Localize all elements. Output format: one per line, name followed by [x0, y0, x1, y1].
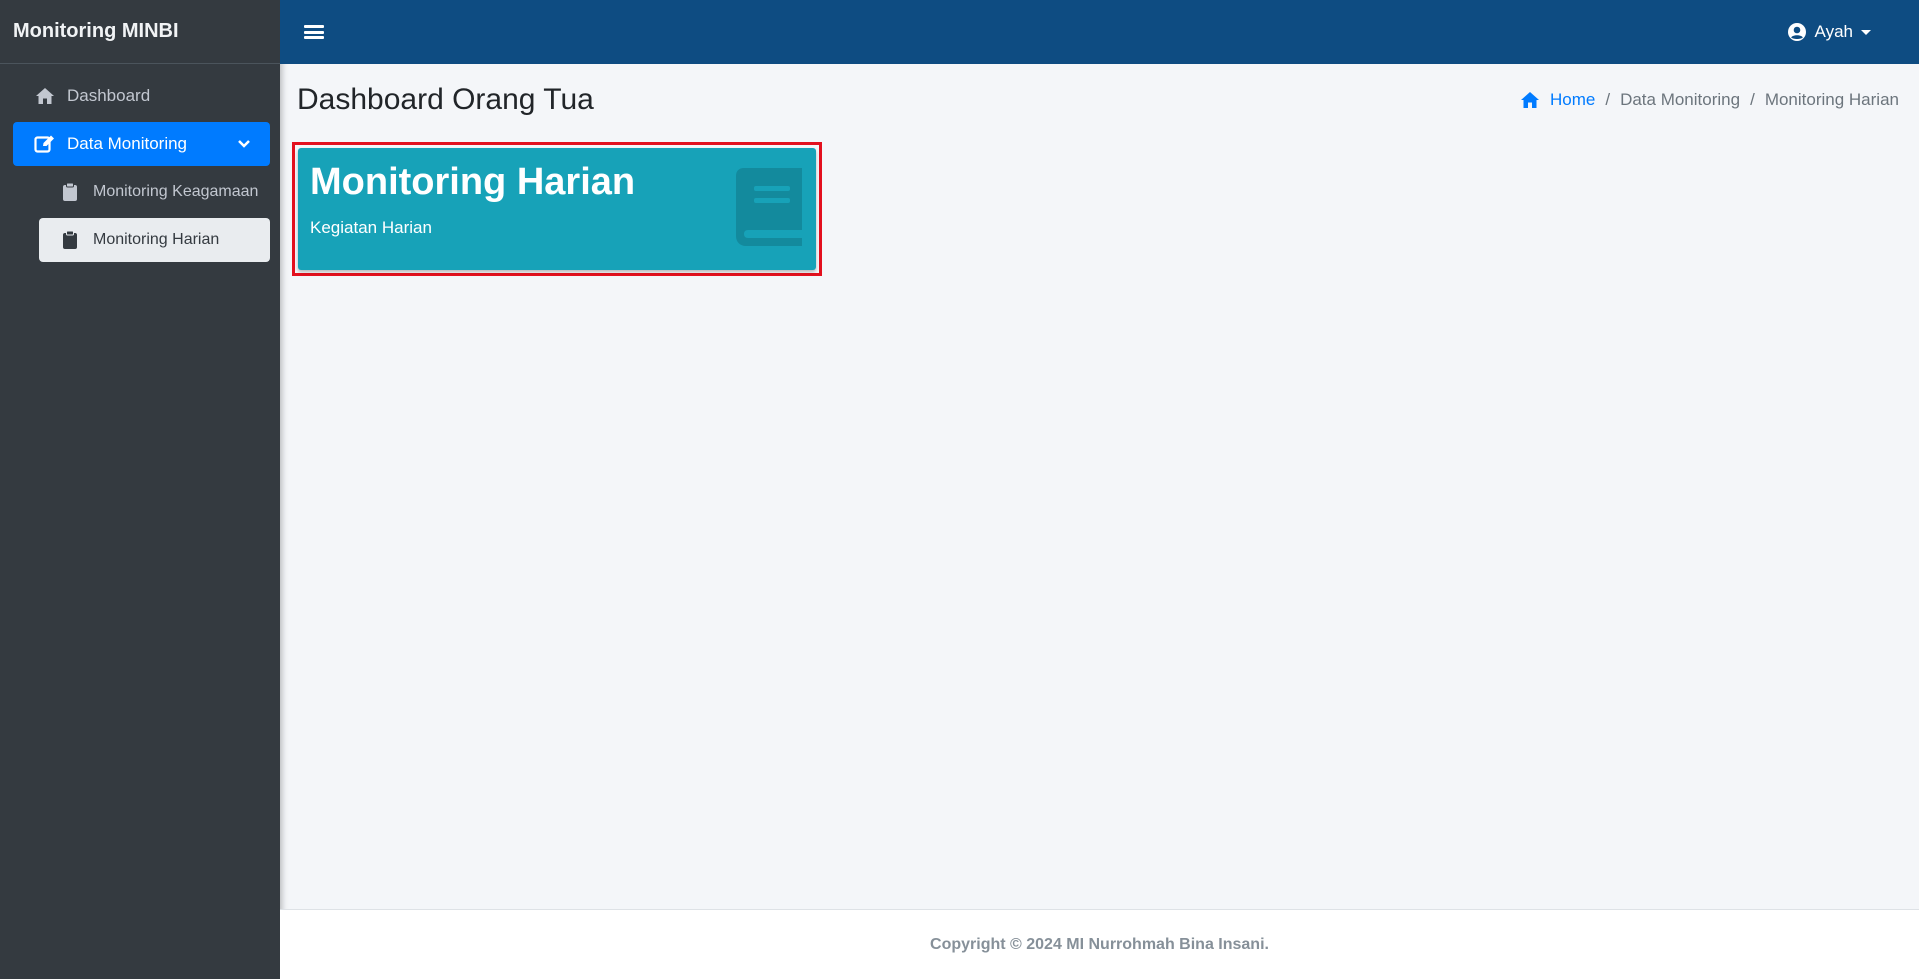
footer: Copyright © 2024 MI Nurrohmah Bina Insan… — [280, 909, 1919, 979]
menu-toggle-button[interactable] — [304, 23, 324, 41]
hamburger-icon — [304, 36, 324, 39]
sidebar-item-label: Data Monitoring — [67, 134, 188, 153]
sidebar-item-data-monitoring[interactable]: Data Monitoring — [13, 122, 270, 166]
breadcrumb-home-label: Home — [1549, 90, 1596, 109]
caret-down-icon — [1861, 29, 1871, 35]
info-box-monitoring-harian[interactable]: Monitoring Harian Kegiatan Harian — [298, 148, 816, 270]
breadcrumb-current: Monitoring Harian — [1764, 90, 1899, 109]
breadcrumb-data-monitoring[interactable]: Data Monitoring — [1620, 90, 1740, 110]
breadcrumb: Home / Data Monitoring / Monitoring Hari… — [1520, 90, 1899, 110]
content-header: Dashboard Orang Tua Home / Data Monitori… — [280, 64, 1919, 136]
sidebar-item-label: Monitoring Harian — [93, 231, 220, 248]
user-circle-icon — [1787, 22, 1807, 42]
info-box-subtitle: Kegiatan Harian — [310, 217, 432, 237]
sidebar: Monitoring MINBI Dashboard Data Monitori… — [0, 0, 280, 979]
hamburger-icon — [304, 25, 324, 28]
info-box-highlight: Monitoring Harian Kegiatan Harian — [292, 142, 822, 276]
main-content: Dashboard Orang Tua Home / Data Monitori… — [280, 64, 1919, 909]
sidebar-item-dashboard[interactable]: Dashboard — [13, 74, 270, 118]
clipboard-icon — [61, 230, 79, 250]
sidebar-nav: Dashboard Data Monitoring Monitoring Kea… — [0, 64, 280, 262]
sidebar-item-label: Monitoring Keagamaan — [93, 183, 259, 200]
sidebar-subnav: Monitoring Keagamaan Monitoring Harian — [13, 170, 270, 262]
home-icon — [1520, 92, 1539, 108]
hamburger-icon — [304, 30, 324, 34]
info-box-title: Monitoring Harian — [310, 161, 636, 203]
breadcrumb-separator: / — [1605, 90, 1611, 109]
sidebar-item-monitoring-keagamaan[interactable]: Monitoring Keagamaan — [39, 170, 270, 214]
home-icon — [33, 86, 57, 106]
sidebar-item-monitoring-harian[interactable]: Monitoring Harian — [39, 218, 270, 262]
breadcrumb-separator: / — [1750, 90, 1755, 109]
brand-title[interactable]: Monitoring MINBI — [0, 0, 280, 64]
breadcrumb-home-link[interactable]: Home — [1520, 90, 1595, 110]
user-menu[interactable]: Ayah — [1787, 22, 1871, 42]
page-title: Dashboard Orang Tua — [297, 83, 594, 116]
app-root: Monitoring MINBI Dashboard Data Monitori… — [0, 0, 1919, 979]
sidebar-item-label: Dashboard — [67, 86, 151, 105]
clipboard-icon — [61, 182, 79, 202]
chevron-down-icon[interactable] — [236, 136, 252, 152]
edit-icon — [33, 134, 57, 154]
footer-copyright: Copyright © 2024 MI Nurrohmah Bina Insan… — [930, 935, 1269, 953]
book-icon — [736, 168, 802, 246]
topbar: Ayah — [280, 0, 1919, 64]
user-name: Ayah — [1814, 22, 1853, 41]
